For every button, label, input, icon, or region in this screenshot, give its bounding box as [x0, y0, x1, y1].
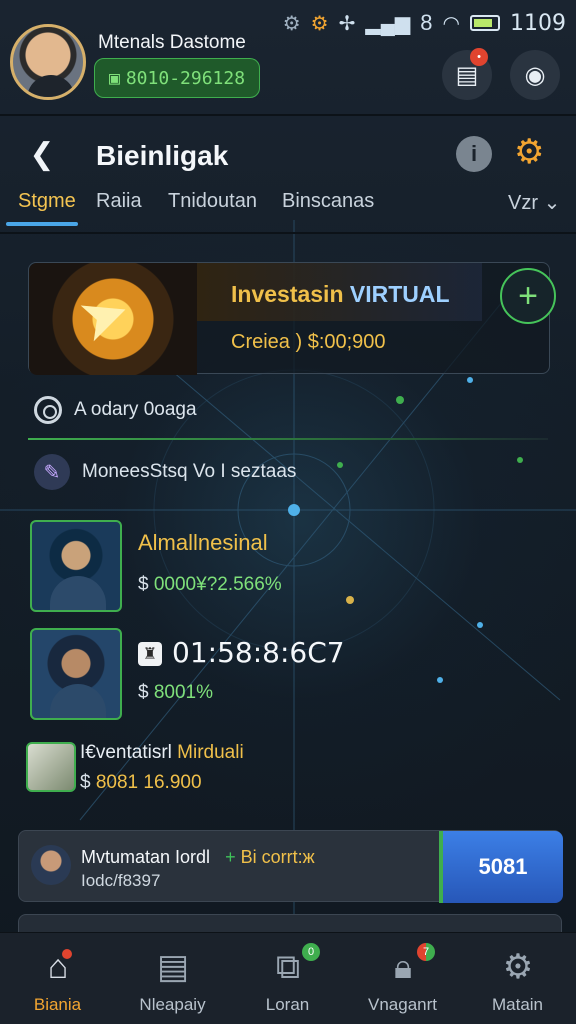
crate-icon — [26, 742, 76, 792]
active-tab-indicator — [6, 222, 78, 226]
plus-icon: + — [518, 276, 538, 315]
currency-symbol: $ — [80, 772, 91, 793]
asset-value: $ 8001% — [138, 682, 213, 704]
investment-thumbnail: ➤ — [29, 263, 197, 375]
wallet-icon: ▣ — [109, 67, 120, 89]
balance-badge[interactable]: ▣ 8010-296128 — [94, 58, 261, 98]
promo-tag: + Bi corrt:ж — [225, 847, 315, 867]
nav-item-nleapaiy[interactable]: ▤ Nleapaiy — [115, 933, 230, 1024]
mini-asset-value-text: 8081 16.900 — [95, 772, 202, 793]
nav-item-matain[interactable]: ⚙ Matain — [460, 933, 575, 1024]
app-screen: ⚙ ⚙ ✢ ▂▄▆ 8 ◠ 1109 Mtenals Dastome ▣ 801… — [0, 0, 576, 1024]
nav-item-loran[interactable]: ⧉ 0 Loran — [230, 933, 345, 1024]
asset-title: Almallnesinal — [138, 530, 268, 555]
tab-tnidoutan[interactable]: Tnidoutan — [168, 190, 257, 213]
nav-badge: 0 — [302, 943, 320, 961]
nav-item-vnaganrt[interactable]: 🔒︎ 7 Vnaganrt — [345, 933, 460, 1024]
gear-icon: ⚙ — [502, 948, 534, 986]
tab-bar: Stgme Raiia Tnidoutan Binscanas Vzr ⌄ — [0, 186, 576, 230]
mini-asset-title-text: Mirduali — [177, 742, 244, 763]
tab-dropdown[interactable]: Vzr ⌄ — [508, 190, 560, 215]
profile-header: Mtenals Dastome ▣ 8010-296128 ▤ • ◉ — [10, 24, 566, 104]
mini-asset-value: $ 8081 16.900 — [80, 772, 202, 794]
promo-title-text: Mvtumatan Iordl — [81, 847, 211, 867]
title-bar: ❮ Bieinligak i ⚙ — [0, 130, 576, 180]
refresh-ring-icon — [34, 396, 62, 424]
nav-label: Nleapaiy — [139, 995, 206, 1014]
profile-name: Mtenals Dastome — [98, 32, 246, 53]
investment-amount: Creiea ) $:00;900 — [231, 331, 386, 353]
asset-timer: 01:58:8:6C7 — [172, 636, 345, 669]
mix-label: MoneesStsq Vo I seztaas — [82, 461, 297, 482]
promo-card[interactable]: Mvtumatan Iordl + Bi corrt:ж Iodc/f8397 … — [18, 830, 563, 903]
page-title: Bieinligak — [96, 140, 229, 171]
camera-icon: ◉ — [524, 61, 546, 89]
asset-thumbnail — [30, 628, 122, 720]
tools-icon: ✎ — [34, 454, 70, 490]
nav-item-biania[interactable]: ⌂ Biania — [0, 933, 115, 1024]
chevron-down-icon: ⌄ — [543, 192, 561, 214]
chevron-left-icon: ❮ — [29, 137, 55, 171]
notification-badge: • — [470, 48, 488, 66]
trophy-icon: ♜ — [138, 642, 162, 666]
bottom-nav: ⌂ Biania ▤ Nleapaiy ⧉ 0 Loran 🔒︎ 7 Vnaga… — [0, 932, 576, 1024]
nav-label: Matain — [491, 995, 544, 1014]
investment-title-text: Investasin — [231, 281, 344, 307]
header-divider — [0, 114, 576, 116]
mini-asset-title-prefix: I€ventatisrl — [80, 742, 172, 763]
nav-badge: 7 — [417, 943, 435, 961]
asset-value-text: 0000¥?2.566% — [153, 574, 282, 595]
back-button[interactable]: ❮ — [22, 134, 62, 174]
investment-card[interactable]: ➤ Investasin VIRTUAL Creiea ) $:00;900 — [28, 262, 550, 375]
plus-small-icon: + — [225, 847, 236, 867]
tab-dropdown-label: Vzr — [508, 192, 538, 214]
promo-subtitle: Iodc/f8397 — [81, 871, 161, 890]
currency-symbol: $ — [138, 682, 149, 703]
investment-title-accent: VIRTUAL — [349, 281, 450, 307]
nav-label: Loran — [265, 995, 310, 1014]
investment-title: Investasin VIRTUAL — [231, 281, 450, 308]
asset-item[interactable]: Almallnesinal $ 0000¥?2.566% — [30, 520, 530, 612]
section-divider — [28, 438, 548, 440]
wallet-button[interactable]: ▤ • — [442, 48, 492, 100]
tab-raiia[interactable]: Raiia — [96, 190, 142, 213]
promo-title: Mvtumatan Iordl + Bi corrt:ж — [81, 847, 315, 868]
gear-icon: ⚙ — [514, 133, 545, 171]
mini-asset-title: I€ventatisrl Mirduali — [80, 742, 244, 764]
activity-label: A odary 0oaga — [74, 399, 197, 420]
home-notification-dot — [62, 949, 72, 959]
home-icon: ⌂ — [47, 947, 69, 986]
help-button[interactable]: i — [456, 136, 492, 172]
nav-label: Biania — [33, 995, 82, 1014]
tab-stgme[interactable]: Stgme — [18, 190, 76, 213]
activity-row[interactable]: A odary 0oaga — [34, 396, 197, 424]
asset-value-text: 8001% — [153, 682, 214, 703]
info-icon: i — [470, 141, 478, 166]
promo-avatar — [31, 845, 71, 885]
mini-asset-item[interactable]: I€ventatisrl Mirduali $ 8081 16.900 — [26, 742, 530, 802]
nav-label: Vnaganrt — [368, 995, 437, 1014]
news-icon: ▤ — [156, 948, 190, 986]
currency-symbol: $ — [138, 574, 149, 595]
avatar[interactable] — [10, 24, 86, 100]
mix-row[interactable]: ✎ MoneesStsq Vo I seztaas — [34, 454, 296, 490]
promo-tag-text: Bi corrt:ж — [240, 847, 315, 867]
tab-binscanas[interactable]: Binscanas — [282, 190, 374, 213]
asset-item[interactable]: ♜ 01:58:8:6C7 $ 8001% — [30, 628, 530, 720]
promo-action-button[interactable]: 5081 — [439, 831, 563, 903]
asset-value: $ 0000¥?2.566% — [138, 574, 282, 596]
balance-value: 8010-296128 — [125, 67, 246, 89]
tabs-divider — [0, 232, 576, 234]
asset-thumbnail — [30, 520, 122, 612]
camera-button[interactable]: ◉ — [510, 50, 560, 100]
settings-button[interactable]: ⚙ — [514, 132, 544, 172]
add-investment-button[interactable]: + — [500, 268, 556, 324]
arrow-emblem-icon: ➤ — [68, 275, 140, 356]
